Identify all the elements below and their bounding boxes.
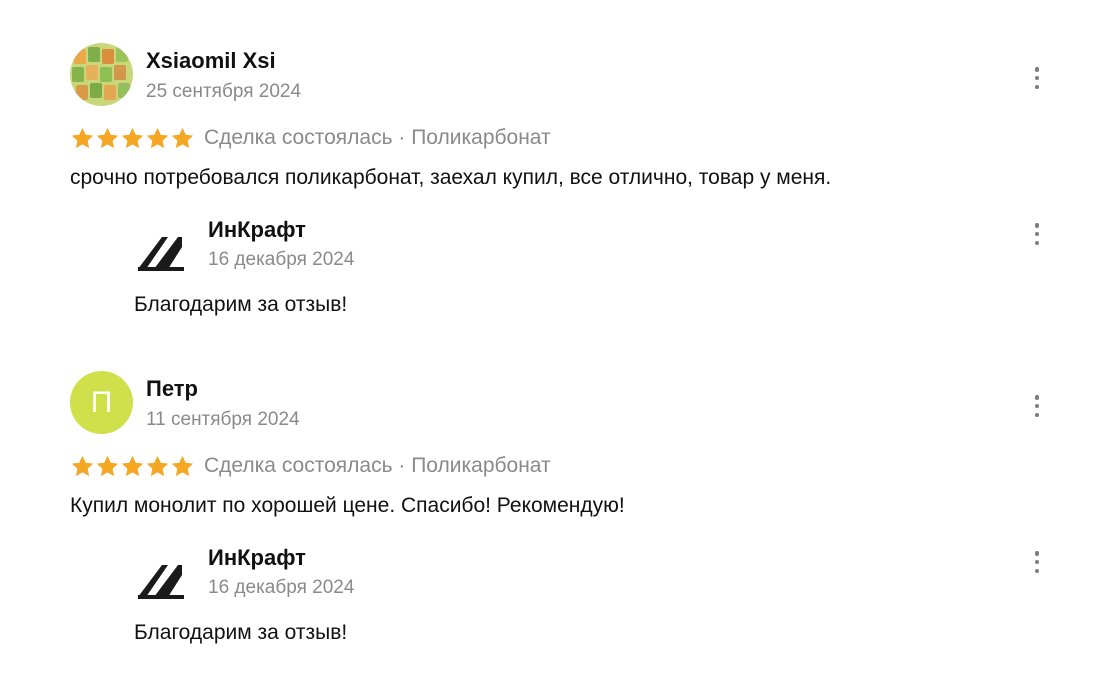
star-icon [171,455,194,476]
review-text: Купил монолит по хорошей цене. Спасибо! … [70,494,625,517]
inkraft-logo [138,565,184,599]
reply-text: Благодарим за отзыв! [134,621,348,644]
reply-more-options-button[interactable] [1026,219,1048,249]
star-icon [71,455,94,476]
star-icon [146,455,169,476]
star-icon [96,127,119,148]
reply-author-name[interactable]: ИнКрафт [208,545,306,571]
reply-text: Благодарим за отзыв! [134,293,348,316]
reply-date: 16 декабря 2024 [208,577,355,598]
more-vertical-icon [1034,67,1040,72]
deal-meta: Сделка состоялась · Поликарбонат [204,454,551,477]
star-icon [146,127,169,148]
more-vertical-icon [1034,551,1040,556]
avatar-photo [70,43,133,106]
author-name[interactable]: Xsiaomil Xsi [146,48,276,74]
star-icon [121,455,144,476]
star-icon [96,455,119,476]
avatar-letter: П [90,385,113,419]
review-date: 11 сентября 2024 [146,409,300,430]
reply-author-name[interactable]: ИнКрафт [208,217,306,243]
author-name[interactable]: Петр [146,376,198,402]
avatar[interactable]: П [70,371,133,434]
star-icon [171,127,194,148]
review-text: срочно потребовался поликарбонат, заехал… [70,166,832,189]
star-icon [121,127,144,148]
avatar[interactable] [70,43,133,106]
more-vertical-icon [1034,223,1040,228]
review-date: 25 сентября 2024 [146,81,302,102]
rating-stars [70,126,195,151]
more-vertical-icon [1034,395,1040,400]
reply-date: 16 декабря 2024 [208,249,355,270]
rating-stars [70,454,195,479]
reply-more-options-button[interactable] [1026,547,1048,577]
inkraft-logo [138,237,184,271]
deal-meta: Сделка состоялась · Поликарбонат [204,126,551,149]
more-options-button[interactable] [1026,391,1048,421]
rating-row: Сделка состоялась · Поликарбонат [70,123,551,153]
rating-row: Сделка состоялась · Поликарбонат [70,451,551,481]
more-options-button[interactable] [1026,63,1048,93]
star-icon [71,127,94,148]
